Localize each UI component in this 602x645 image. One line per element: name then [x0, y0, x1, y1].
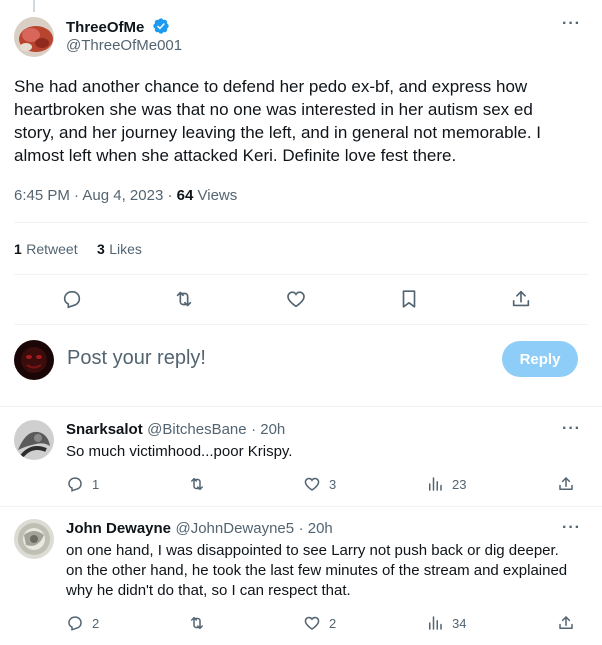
- reply-like-action[interactable]: 2: [303, 614, 336, 632]
- share-icon[interactable]: [557, 614, 575, 637]
- reply-input[interactable]: Post your reply!: [67, 347, 487, 370]
- user-avatar[interactable]: [14, 340, 54, 380]
- reply-author-name[interactable]: John Dewayne: [66, 520, 171, 537]
- reply-retweet-action[interactable]: [188, 475, 214, 493]
- reply-views-action[interactable]: 23: [426, 475, 466, 493]
- reply-text: on one hand, I was disappointed to see L…: [66, 542, 568, 599]
- reply-views-action[interactable]: 34: [426, 614, 466, 632]
- tweet-time[interactable]: 6:45 PM: [14, 187, 70, 204]
- more-icon[interactable]: ···: [562, 519, 581, 537]
- divider: [0, 506, 602, 507]
- reply-time[interactable]: · 20h: [299, 520, 333, 537]
- divider: [14, 274, 588, 275]
- share-icon[interactable]: [510, 288, 532, 310]
- retweets-stat[interactable]: 1 Retweet: [14, 241, 78, 259]
- retweet-icon: [191, 617, 203, 629]
- like-count: 2: [329, 615, 337, 631]
- more-icon[interactable]: ···: [562, 420, 581, 438]
- likes-label: Likes: [109, 241, 142, 257]
- views-icon: [429, 477, 442, 491]
- reply-author-handle[interactable]: @JohnDewayne5: [175, 520, 294, 537]
- reply-count: 1: [92, 476, 100, 492]
- reply-retweet-action[interactable]: [188, 614, 214, 632]
- thread-connector-line: [33, 0, 35, 12]
- author-avatar[interactable]: [14, 17, 54, 57]
- divider: [14, 324, 588, 325]
- like-icon: [304, 477, 320, 491]
- reply-author-handle[interactable]: @BitchesBane: [147, 421, 246, 438]
- likes-count: 3: [97, 241, 105, 257]
- divider: [0, 406, 602, 407]
- bookmark-icon[interactable]: [398, 288, 420, 310]
- author-name-row: ThreeOfMe: [66, 17, 170, 37]
- share-icon[interactable]: [557, 475, 575, 498]
- author-name[interactable]: ThreeOfMe: [66, 19, 144, 36]
- reply-header: Snarksalot @BitchesBane · 20h: [66, 421, 285, 439]
- more-icon[interactable]: ···: [562, 15, 581, 33]
- likes-stat[interactable]: 3 Likes: [97, 241, 142, 259]
- reply-avatar[interactable]: [14, 420, 54, 460]
- reply-author-name[interactable]: Snarksalot: [66, 421, 143, 438]
- divider: [14, 222, 588, 223]
- reply-avatar[interactable]: [14, 519, 54, 559]
- meta-separator: ·: [167, 187, 177, 204]
- retweet-icon[interactable]: [173, 288, 195, 310]
- reply-reply-action[interactable]: 1: [66, 475, 99, 493]
- reply-like-action[interactable]: 3: [303, 475, 336, 493]
- retweets-label: Retweet: [26, 241, 78, 257]
- views-icon: [429, 616, 442, 630]
- view-count: 23: [452, 476, 467, 492]
- like-icon[interactable]: [285, 288, 307, 310]
- views-label: Views: [197, 187, 238, 204]
- like-icon: [304, 616, 320, 630]
- retweet-icon: [191, 478, 203, 490]
- reply-icon[interactable]: [61, 288, 83, 310]
- retweets-count: 1: [14, 241, 22, 257]
- tweet-date[interactable]: Aug 4, 2023: [82, 187, 163, 204]
- tweet-text: She had another chance to defend her ped…: [14, 77, 541, 165]
- reply-reply-action[interactable]: 2: [66, 614, 99, 632]
- tweet-meta: 6:45 PM · Aug 4, 2023 · 64 Views: [14, 187, 237, 204]
- reply-header: John Dewayne @JohnDewayne5 · 20h: [66, 520, 333, 538]
- like-count: 3: [329, 476, 337, 492]
- reply-icon: [68, 477, 82, 492]
- reply-count: 2: [92, 615, 100, 631]
- reply-icon: [68, 616, 82, 631]
- views-count: 64: [176, 187, 194, 204]
- author-handle[interactable]: @ThreeOfMe001: [66, 37, 182, 54]
- view-count: 34: [452, 615, 467, 631]
- reply-button[interactable]: Reply: [502, 341, 578, 377]
- reply-time[interactable]: · 20h: [251, 421, 285, 438]
- reply-text: So much victimhood...poor Krispy.: [66, 443, 293, 460]
